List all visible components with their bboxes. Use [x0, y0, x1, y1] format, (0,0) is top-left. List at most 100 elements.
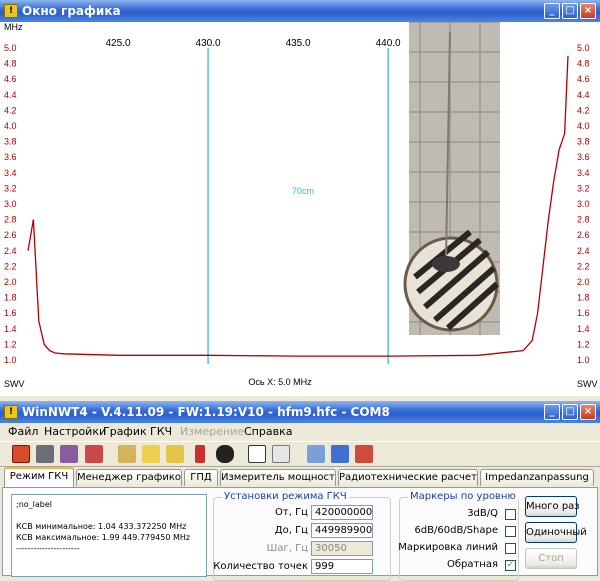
toolbar: [0, 441, 600, 467]
marker-6db-label: 6dB/60dB/Shape: [414, 525, 498, 536]
power-icon[interactable]: [12, 445, 30, 463]
reverse-label: Обратная: [446, 559, 498, 570]
y-tick-label: 3.8: [4, 137, 17, 147]
marker-3db-label: 3dB/Q: [467, 508, 498, 519]
axis-caption: Ось X: 5.0 MHz: [248, 377, 312, 387]
tab-impedance-matching[interactable]: Impedanzanpassung: [480, 469, 594, 486]
minimize-icon[interactable]: _: [544, 3, 560, 19]
y-tick-label: 4.4: [4, 90, 17, 100]
penguin-icon[interactable]: [216, 445, 234, 463]
step-label: Шаг, Гц: [266, 543, 308, 554]
delete-icon[interactable]: [355, 445, 373, 463]
app-titlebar[interactable]: ! WinNWT4 - V.4.11.09 - FW:1.19:V10 - hf…: [0, 401, 600, 423]
graph-window: ! Окно графика _ □ × 5.0 4.8 4.6 4.4 4.2 4.0 3…: [0, 0, 600, 396]
x-tick-label: 425.0: [106, 38, 131, 49]
y-tick-label-right: 2.8: [577, 215, 590, 225]
app-window: ! WinNWT4 - V.4.11.09 - FW:1.19:V10 - hf…: [0, 401, 600, 581]
y-tick-label: 4.8: [4, 59, 17, 69]
y-tick-label: 3.0: [4, 199, 17, 209]
tab-sweep-mode[interactable]: Режим ГКЧ: [4, 467, 74, 487]
x-unit-label: MHz: [4, 22, 23, 32]
app-window-title: WinNWT4 - V.4.11.09 - FW:1.19:V10 - hfm9…: [22, 405, 390, 419]
pencil-icon[interactable]: [307, 445, 325, 463]
y-tick-label: 5.0: [4, 43, 17, 53]
from-frequency-field[interactable]: 420000000: [311, 505, 373, 520]
marker-6db-checkbox[interactable]: [505, 526, 516, 537]
y-tick-label: 2.6: [4, 230, 17, 240]
minimize-icon[interactable]: _: [544, 404, 560, 420]
close-icon[interactable]: ×: [580, 404, 596, 420]
y-tick-label: 1.4: [4, 324, 17, 334]
y-tick-label-right: 4.0: [577, 121, 590, 131]
graph-window-title: Окно графика: [22, 4, 121, 18]
sweep-settings-group: Установки режима ГКЧ От, Гц 420000000 До…: [213, 491, 391, 581]
y-tick-label-right: 3.0: [577, 199, 590, 209]
app-icon: !: [4, 405, 18, 419]
stop-button[interactable]: Стоп: [525, 548, 577, 569]
chart-settings-icon[interactable]: [272, 445, 290, 463]
points-label: Количество точек: [213, 561, 308, 572]
antenna-photo: [403, 22, 500, 335]
tab-bar: Режим ГКЧ Менеджер графиков ГПД Измерите…: [0, 467, 600, 487]
y-tick-label: 1.6: [4, 308, 17, 318]
memo-line: [16, 510, 202, 521]
y-tick-label-right: 3.4: [577, 168, 590, 178]
menu-file[interactable]: Файл: [8, 425, 38, 438]
memo-line-swr-max: КСВ максимальное: 1.99 449.779450 MHz: [16, 533, 191, 542]
y-tick-label-right: 4.8: [577, 59, 590, 69]
tools-icon[interactable]: [118, 445, 136, 463]
y-tick-label: 4.2: [4, 105, 17, 115]
y-label-right: SWV: [577, 379, 598, 389]
y-tick-label-right: 1.4: [577, 324, 590, 334]
envelope-icon[interactable]: [142, 445, 160, 463]
sweep-settings-legend: Установки режима ГКЧ: [222, 491, 349, 502]
maximize-icon[interactable]: □: [562, 404, 578, 420]
maximize-icon[interactable]: □: [562, 3, 578, 19]
y-tick-label: 3.6: [4, 152, 17, 162]
to-label: До, Гц: [274, 525, 308, 536]
close-icon[interactable]: ×: [580, 3, 596, 19]
line-marking-label: Маркировка линий: [398, 542, 498, 553]
y-tick-label: 2.4: [4, 246, 17, 256]
line-marking-checkbox[interactable]: [505, 543, 516, 554]
y-tick-label-right: 2.0: [577, 277, 590, 287]
tab-graph-manager[interactable]: Менеджер графиков: [76, 469, 182, 486]
tab-rf-calculations[interactable]: Радиотехнические расчеты: [338, 469, 478, 486]
tab-gpd[interactable]: ГПД: [184, 469, 218, 486]
chart-icon[interactable]: [248, 445, 266, 463]
menu-settings[interactable]: Настройки: [44, 425, 106, 438]
reverse-checkbox[interactable]: ✓: [505, 560, 516, 571]
y-tick-label-right: 3.2: [577, 183, 590, 193]
menu-bar: Файл Настройки График ГКЧ Измерение Спра…: [0, 423, 600, 441]
printer-icon[interactable]: [36, 445, 54, 463]
single-sweep-button[interactable]: Одиночный: [525, 522, 587, 543]
swr-plot-area[interactable]: 5.0 4.8 4.6 4.4 4.2 4.0 3.8 3.6 3.4 3.2 3.0 2.8 2.6 2…: [0, 22, 600, 396]
y-tick-label: 4.6: [4, 74, 17, 84]
y-tick-label-right: 3.6: [577, 152, 590, 162]
y-tick-label: 2.8: [4, 215, 17, 225]
y-tick-label: 1.0: [4, 355, 17, 365]
memo-line: ----------------------: [16, 544, 80, 553]
results-memo[interactable]: ;no_label КСВ минимальное: 1.04 433.3722…: [11, 494, 207, 577]
multi-sweep-button[interactable]: Много раз: [525, 496, 580, 517]
points-field[interactable]: 999: [311, 559, 373, 574]
menu-sweep[interactable]: ГКЧ: [150, 425, 172, 438]
step-field[interactable]: 30050: [311, 541, 373, 556]
menu-measure[interactable]: Измерение: [180, 425, 244, 438]
printer-color-icon[interactable]: [60, 445, 78, 463]
y-tick-label-right: 4.2: [577, 105, 590, 115]
to-frequency-field[interactable]: 449989900: [311, 523, 373, 538]
y-tick-label-right: 1.8: [577, 293, 590, 303]
y-tick-label: 1.8: [4, 293, 17, 303]
y-tick-label-right: 2.2: [577, 261, 590, 271]
menu-help[interactable]: Справка: [244, 425, 292, 438]
tab-power-meter[interactable]: Измеритель мощности: [220, 469, 336, 486]
app-icon: !: [4, 4, 18, 18]
calculator-icon[interactable]: [85, 445, 103, 463]
menu-graph[interactable]: График: [103, 425, 147, 438]
graph-titlebar[interactable]: ! Окно графика _ □ ×: [0, 0, 600, 22]
envelope-open-icon[interactable]: [166, 445, 184, 463]
pen-icon[interactable]: [195, 445, 205, 463]
save-icon[interactable]: [331, 445, 349, 463]
marker-3db-checkbox[interactable]: [505, 509, 516, 520]
